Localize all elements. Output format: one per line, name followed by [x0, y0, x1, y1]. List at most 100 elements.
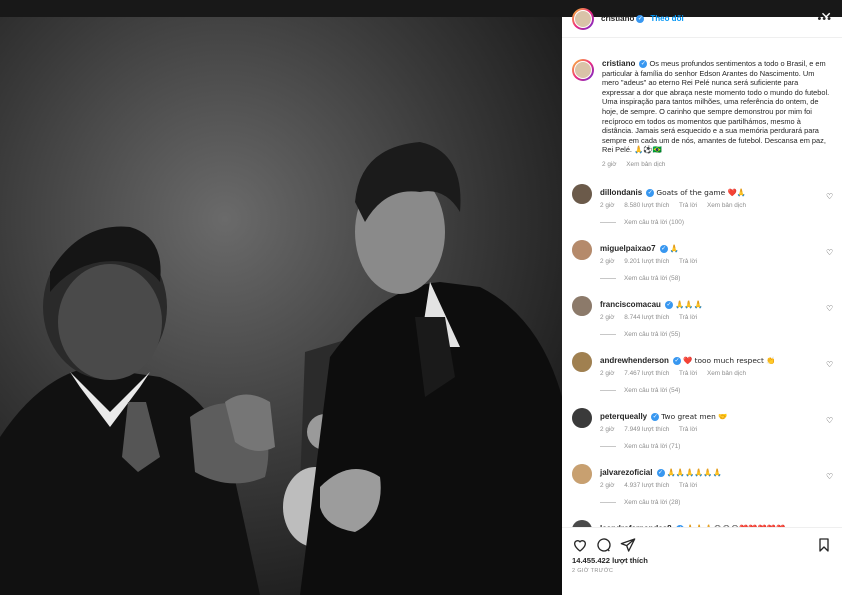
post-caption: cristiano ✓ Os meus profundos sentimento…: [562, 55, 842, 170]
share-icon[interactable]: [620, 537, 636, 553]
commenter-avatar[interactable]: [572, 463, 592, 484]
verified-badge-icon: ✓: [659, 244, 668, 253]
comment-time[interactable]: 2 giờ: [600, 370, 615, 377]
view-replies-label: Xem câu trả lời (55): [624, 330, 681, 338]
comment-text: 🙏🙏🙏🙏🙏🙏: [666, 467, 722, 477]
commenter-username[interactable]: jalvarezoficial: [600, 468, 652, 477]
replies-divider: [600, 501, 616, 503]
comment-item: peterqueally ✓ Two great men 🤝 2 giờ 7.9…: [562, 407, 842, 433]
commenter-avatar[interactable]: [572, 295, 592, 316]
verified-badge-icon: ✓: [636, 14, 645, 23]
comment-text: 🙏: [669, 243, 679, 253]
comments-scroll[interactable]: cristiano ✓ Os meus profundos sentimento…: [562, 55, 842, 527]
reply-link[interactable]: Trả lời: [679, 482, 697, 489]
comment-time[interactable]: 2 giờ: [600, 482, 615, 489]
comment-like-count[interactable]: 7.467 lượt thích: [624, 370, 669, 377]
comment-like-heart-icon[interactable]: ♡: [826, 360, 834, 369]
like-count[interactable]: 14.455.422 lượt thích: [562, 554, 842, 565]
see-translation-link[interactable]: Xem bản dịch: [707, 370, 746, 377]
verified-badge-icon: ✓: [646, 188, 655, 197]
comment-like-heart-icon[interactable]: ♡: [826, 192, 834, 201]
comment-like-count[interactable]: 8.744 lượt thích: [624, 314, 669, 321]
commenter-username[interactable]: andrewhenderson: [600, 356, 669, 365]
reply-link[interactable]: Trả lời: [679, 426, 697, 433]
comment-text: Goats of the game ❤️🙏: [656, 187, 746, 197]
view-replies-label: Xem câu trả lời (58): [624, 274, 681, 282]
post-actions: 14.455.422 lượt thích 2 GIỜ TRƯỚC: [562, 527, 842, 595]
comment-item: leandrofernandes8 ✓ 🙏🙏🙏😭😭😭❤️❤️❤️❤️❤️ ♡: [562, 519, 842, 527]
commenter-avatar[interactable]: [572, 351, 592, 372]
post-photo: [0, 17, 562, 595]
comment-like-heart-icon[interactable]: ♡: [826, 472, 834, 481]
replies-divider: [600, 221, 616, 223]
view-replies-link[interactable]: Xem câu trả lời (71): [600, 443, 842, 450]
commenter-username[interactable]: miguelpaixao7: [600, 244, 656, 253]
reply-link[interactable]: Trả lời: [679, 202, 697, 209]
comment-time[interactable]: 2 giờ: [600, 426, 615, 433]
commenter-username[interactable]: franciscomacau: [600, 300, 661, 309]
comment-like-heart-icon[interactable]: ♡: [826, 248, 834, 257]
view-replies-link[interactable]: Xem câu trả lời (100): [600, 219, 842, 226]
comment-like-count[interactable]: 4.937 lượt thích: [624, 482, 669, 489]
post-side-panel: cristiano ✓ Theo dõi ••• cristiano ✓ Os …: [562, 7, 842, 595]
reply-link[interactable]: Trả lời: [679, 314, 697, 321]
commenter-username[interactable]: dillondanis: [600, 188, 642, 197]
comment-like-heart-icon[interactable]: ♡: [826, 304, 834, 313]
comment-text: 🙏🙏🙏: [675, 299, 703, 309]
post-modal: cristiano ✓ Theo dõi ••• cristiano ✓ Os …: [0, 7, 842, 595]
comment-item: miguelpaixao7 ✓ 🙏 2 giờ 9.201 lượt thích…: [562, 239, 842, 265]
verified-badge-icon: ✓: [639, 60, 648, 69]
view-replies-link[interactable]: Xem câu trả lời (54): [600, 387, 842, 394]
heart-icon[interactable]: [572, 537, 588, 553]
post-header: cristiano ✓ Theo dõi •••: [562, 0, 842, 38]
comment-text: Two great men 🤝: [661, 411, 728, 421]
comment-like-count[interactable]: 8.580 lượt thích: [624, 202, 669, 209]
comment-like-heart-icon[interactable]: ♡: [826, 416, 834, 425]
verified-badge-icon: ✓: [664, 300, 673, 309]
author-username[interactable]: cristiano: [601, 14, 634, 23]
verified-badge-icon: ✓: [672, 356, 681, 365]
follow-button[interactable]: Theo dõi: [650, 14, 683, 23]
replies-divider: [600, 333, 616, 335]
view-replies-label: Xem câu trả lời (54): [624, 386, 681, 394]
bookmark-icon[interactable]: [816, 537, 832, 553]
commenter-avatar[interactable]: [572, 519, 592, 527]
comment-text: ❤️ tooo much respect 👏: [683, 355, 776, 365]
comment-like-count[interactable]: 9.201 lượt thích: [624, 258, 669, 265]
see-translation-link[interactable]: Xem bản dịch: [707, 202, 746, 209]
see-translation-link[interactable]: Xem bản dịch: [626, 161, 665, 168]
author-avatar[interactable]: [572, 7, 594, 30]
comment-item: franciscomacau ✓ 🙏🙏🙏 2 giờ 8.744 lượt th…: [562, 295, 842, 321]
more-icon[interactable]: •••: [817, 13, 832, 25]
caption-text: Os meus profundos sentimentos a todo o B…: [602, 59, 830, 155]
caption-avatar[interactable]: [572, 59, 594, 81]
reply-link[interactable]: Trả lời: [679, 258, 697, 265]
verified-badge-icon: ✓: [651, 412, 660, 421]
comment-icon[interactable]: [596, 537, 612, 553]
view-replies-label: Xem câu trả lời (100): [624, 218, 684, 226]
comment-list: dillondanis ✓ Goats of the game ❤️🙏 2 gi…: [562, 183, 842, 527]
view-replies-link[interactable]: Xem câu trả lời (28): [600, 499, 842, 506]
comment-like-count[interactable]: 7.949 lượt thích: [624, 426, 669, 433]
caption-username[interactable]: cristiano: [602, 59, 635, 68]
commenter-avatar[interactable]: [572, 239, 592, 260]
comment-item: jalvarezoficial ✓ 🙏🙏🙏🙏🙏🙏 2 giờ 4.937 lượ…: [562, 463, 842, 489]
replies-divider: [600, 277, 616, 279]
post-timestamp: 2 GIỜ TRƯỚC: [572, 568, 614, 574]
caption-time[interactable]: 2 giờ: [602, 161, 617, 168]
view-replies-label: Xem câu trả lời (28): [624, 498, 681, 506]
view-replies-link[interactable]: Xem câu trả lời (55): [600, 331, 842, 338]
comment-time[interactable]: 2 giờ: [600, 258, 615, 265]
view-replies-link[interactable]: Xem câu trả lời (58): [600, 275, 842, 282]
replies-divider: [600, 389, 616, 391]
commenter-avatar[interactable]: [572, 183, 592, 204]
replies-divider: [600, 445, 616, 447]
comment-time[interactable]: 2 giờ: [600, 314, 615, 321]
commenter-avatar[interactable]: [572, 407, 592, 428]
commenter-username[interactable]: peterqueally: [600, 412, 647, 421]
comment-item: dillondanis ✓ Goats of the game ❤️🙏 2 gi…: [562, 183, 842, 209]
comment-item: andrewhenderson ✓ ❤️ tooo much respect 👏…: [562, 351, 842, 377]
reply-link[interactable]: Trả lời: [679, 370, 697, 377]
comment-time[interactable]: 2 giờ: [600, 202, 615, 209]
view-replies-label: Xem câu trả lời (71): [624, 442, 681, 450]
